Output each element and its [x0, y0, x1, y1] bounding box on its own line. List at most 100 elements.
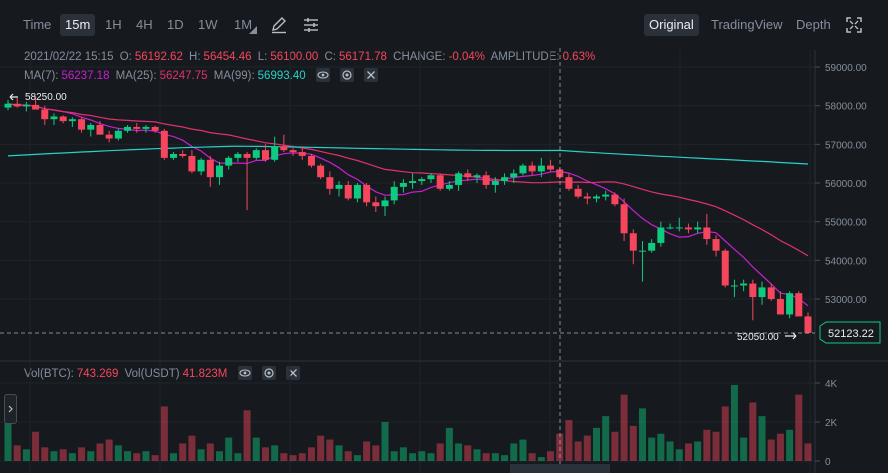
candle-body	[32, 104, 40, 110]
ma7-line	[7, 103, 809, 307]
volume-bar	[445, 427, 453, 461]
volume-bar	[528, 453, 536, 461]
candle-body	[648, 242, 656, 251]
volume-bar	[611, 431, 619, 461]
candles	[4, 96, 812, 334]
volume-bar	[114, 445, 122, 461]
volume-bar	[740, 437, 748, 461]
price-axis-label: 55000.00	[825, 218, 867, 229]
volume-bar	[252, 437, 260, 461]
candle-body	[519, 165, 527, 174]
candle-body	[50, 116, 58, 120]
candle-body	[188, 155, 196, 172]
candle-body	[87, 125, 95, 130]
candle-body	[501, 177, 509, 182]
candle-body	[776, 299, 784, 315]
candle-body	[170, 154, 178, 158]
volume-bar	[59, 449, 67, 461]
candle-body	[712, 239, 720, 251]
low-marker-label: 52050.00	[737, 332, 779, 343]
candle-body	[105, 134, 113, 139]
candle-body	[78, 119, 86, 130]
volume-axis-label: 4K	[825, 379, 838, 390]
candle-body	[537, 165, 545, 172]
candle-body	[307, 155, 315, 166]
candle-body	[547, 165, 555, 170]
volume-bar	[317, 435, 325, 461]
candle-body	[151, 126, 159, 131]
volume-bar	[436, 443, 444, 461]
candle-body	[804, 316, 812, 333]
volume-bar	[22, 449, 30, 461]
volume-bar	[712, 431, 720, 461]
candle-body	[703, 227, 711, 240]
candle-body	[730, 285, 738, 287]
volume-bars	[4, 384, 812, 461]
price-axis-label: 58000.00	[825, 102, 867, 113]
candle-body	[390, 186, 398, 201]
candle-body	[510, 173, 518, 178]
candle-body	[593, 196, 601, 199]
volume-bar	[363, 441, 371, 461]
volume-bar	[4, 420, 12, 461]
time-scroll-handle[interactable]	[510, 464, 610, 473]
candle-body	[353, 184, 361, 199]
candle-body	[344, 184, 352, 199]
candle-body	[261, 150, 269, 160]
candle-body	[41, 109, 49, 120]
volume-bar	[510, 443, 518, 461]
candle-body	[317, 165, 325, 178]
volume-bar	[170, 453, 178, 461]
candle-body	[363, 184, 371, 203]
candle-body	[583, 196, 591, 199]
ma99-line	[7, 145, 809, 165]
candle-body	[399, 183, 407, 187]
volume-bar	[87, 451, 95, 461]
candle-body	[657, 227, 665, 243]
volume-bar	[50, 451, 58, 461]
candle-body	[409, 181, 417, 183]
volume-bar	[684, 443, 692, 461]
candle-body	[758, 287, 766, 298]
volume-bar	[133, 453, 141, 461]
volume-bar	[418, 451, 426, 461]
volume-bar	[179, 443, 187, 461]
volume-bar	[13, 445, 21, 461]
volume-bar	[142, 451, 150, 461]
volume-bar	[151, 455, 159, 461]
volume-bar	[795, 394, 803, 461]
candle-body	[684, 227, 692, 230]
volume-bar	[666, 441, 674, 461]
volume-bar	[629, 425, 637, 461]
volume-bar	[519, 439, 527, 461]
volume-bar	[767, 439, 775, 461]
volume-bar	[41, 447, 49, 461]
volume-bar	[537, 457, 545, 461]
volume-bar	[160, 406, 168, 461]
candle-body	[749, 283, 757, 298]
candlestick-chart[interactable]: 59000.00 58000.00 57000.00 56000.00 55000.00…	[0, 0, 888, 473]
candle-body	[13, 103, 21, 107]
candle-body	[786, 293, 794, 315]
volume-bar	[399, 447, 407, 461]
candle-body	[464, 173, 472, 178]
volume-bar	[694, 441, 702, 461]
moving-average-lines	[7, 103, 809, 307]
candle-body	[795, 293, 803, 317]
price-axis-labels: 59000.00 58000.00 57000.00 56000.00 55000.00…	[815, 63, 867, 306]
volume-bar	[188, 435, 196, 461]
candle-body	[721, 250, 729, 286]
volume-bar	[390, 451, 398, 461]
volume-bar	[583, 435, 591, 461]
low-marker: 52050.00	[737, 332, 797, 343]
volume-bar	[197, 449, 205, 461]
volume-bar	[804, 443, 812, 461]
candle-body	[59, 116, 67, 122]
panel-expand-button[interactable]	[4, 394, 17, 424]
volume-bar	[758, 416, 766, 461]
volume-axis-label: 2K	[825, 418, 838, 429]
volume-bar	[206, 443, 214, 461]
candle-body	[326, 177, 334, 189]
volume-bar	[381, 422, 389, 461]
volume-bar	[620, 394, 628, 461]
